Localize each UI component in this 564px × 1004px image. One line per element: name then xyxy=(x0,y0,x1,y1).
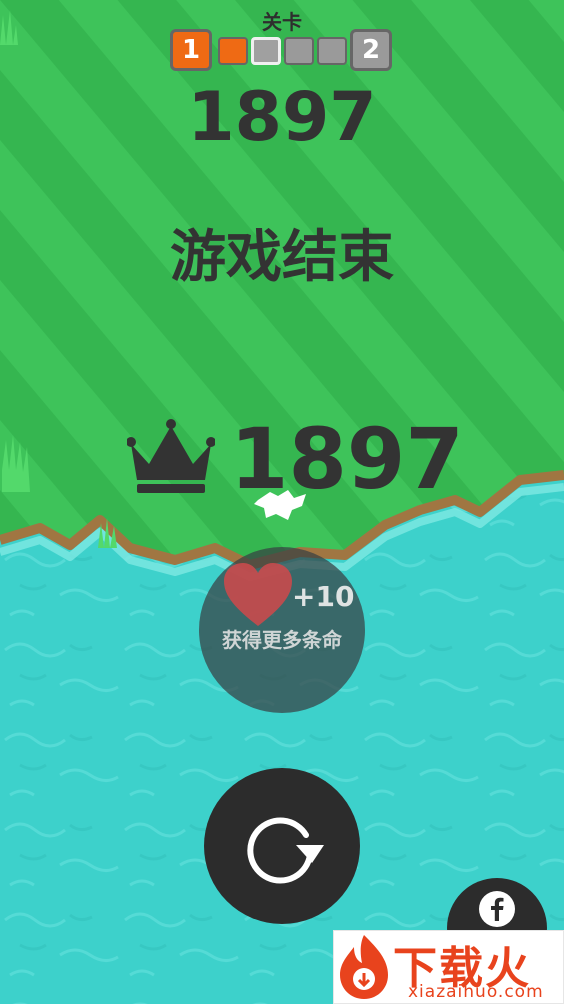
next-level-badge: 2 xyxy=(350,29,392,71)
get-more-lives-label: 获得更多条命 xyxy=(222,628,342,652)
crown-icon xyxy=(127,419,215,493)
current-level-badge: 1 xyxy=(170,29,212,71)
facebook-icon xyxy=(479,891,515,927)
level-progress-segment xyxy=(317,37,347,65)
restart-icon xyxy=(247,817,324,884)
watermark-url: xiazaihuo.com xyxy=(408,982,544,1002)
current-score: 1897 xyxy=(187,78,377,157)
level-progress-segment xyxy=(251,37,281,65)
lives-bonus: +10 xyxy=(292,580,355,613)
level-label: 关卡 xyxy=(262,10,302,34)
level-progress-segment xyxy=(218,37,248,65)
fire-logo-icon xyxy=(340,935,388,999)
game-over-title: 游戏结束 xyxy=(170,225,394,290)
level-progress-segment xyxy=(284,37,314,65)
heart-icon xyxy=(224,563,292,626)
best-score: 1897 xyxy=(230,410,464,508)
